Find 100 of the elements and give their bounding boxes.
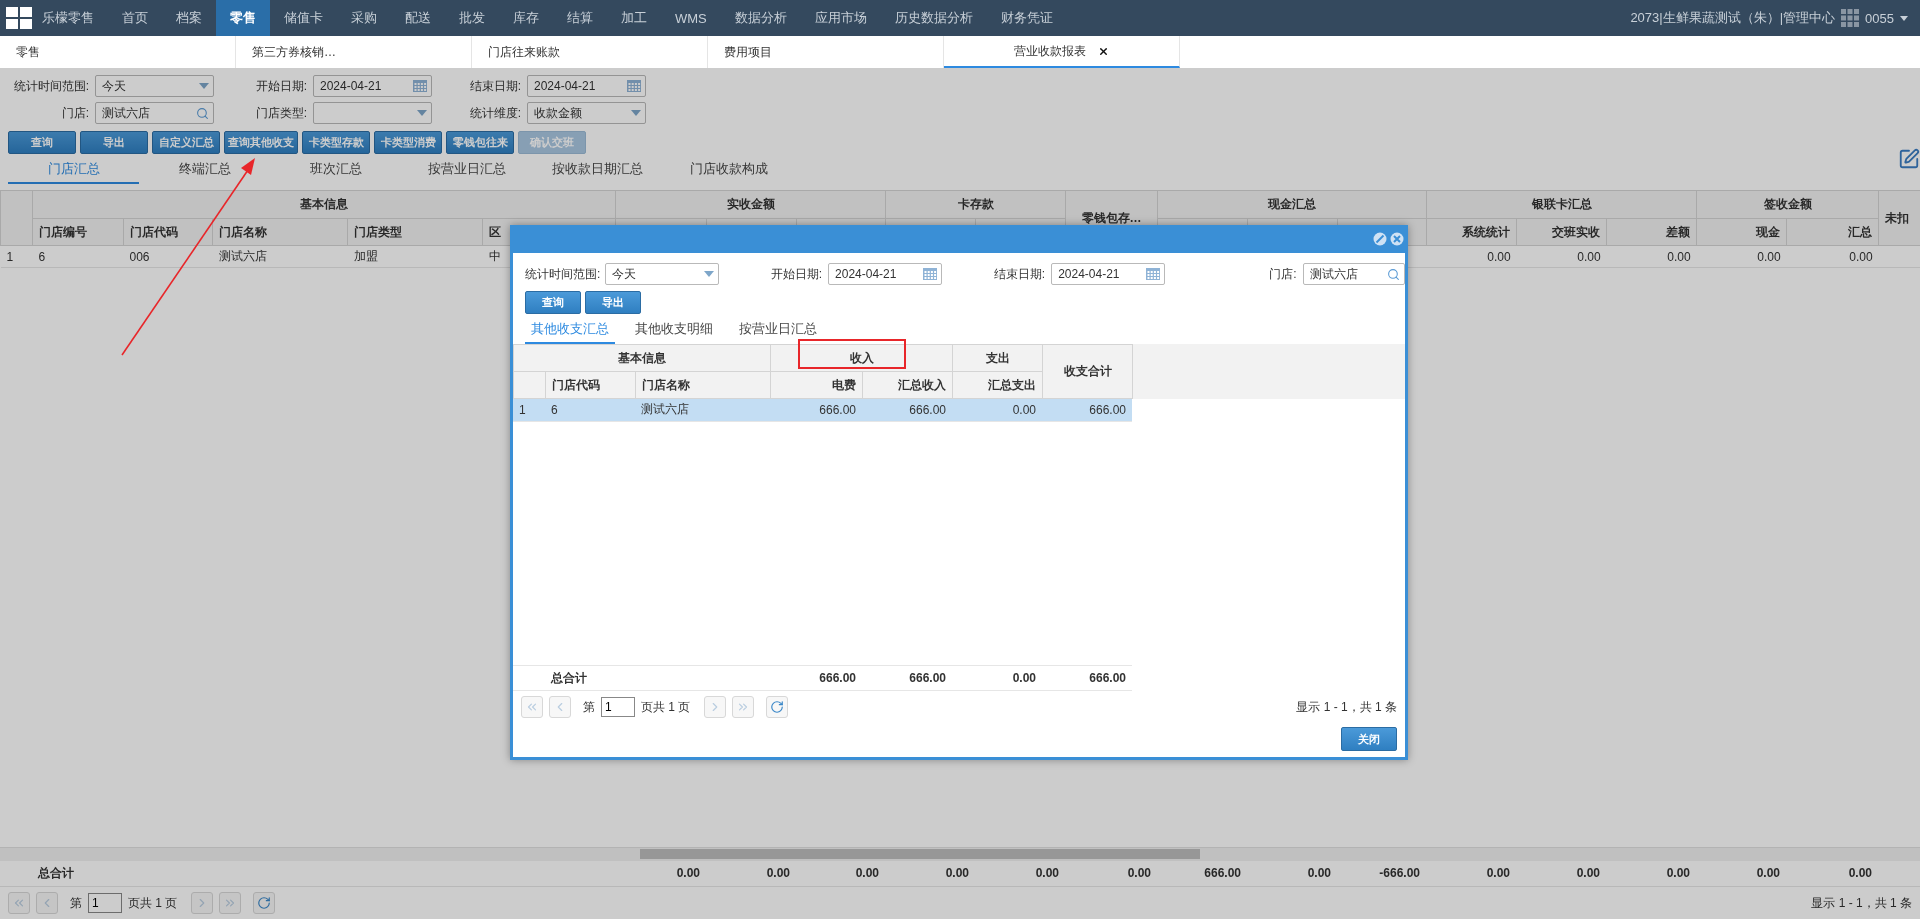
header-cell: 系统统计 [1426, 218, 1517, 246]
toolbar-button[interactable]: 卡类型消费 [374, 131, 442, 154]
collapse-icon[interactable] [1373, 232, 1387, 246]
nav-item[interactable]: 零售 [216, 0, 270, 36]
dropdown-caret-icon [417, 110, 427, 116]
total-cell: 0.00 [615, 860, 707, 887]
view-tab[interactable]: 按营业日汇总 [733, 320, 823, 344]
dialog-button[interactable]: 查询 [525, 291, 581, 314]
header-cell: 银联卡汇总 [1426, 190, 1697, 219]
dropdown-field[interactable]: 今天 [605, 263, 719, 285]
view-tab[interactable]: 门店收款构成 [663, 160, 794, 184]
toolbar-button[interactable]: 卡类型存款 [302, 131, 370, 154]
view-tab[interactable]: 按营业日汇总 [401, 160, 532, 184]
nav-item[interactable]: 配送 [391, 0, 445, 36]
nav-item[interactable]: 储值卡 [270, 0, 337, 36]
header-cell: 未扣 [1878, 190, 1920, 246]
previous-page-button[interactable] [549, 696, 571, 718]
nav-item[interactable]: 采购 [337, 0, 391, 36]
view-tab[interactable]: 门店汇总 [8, 160, 139, 184]
nav-item[interactable]: 财务凭证 [986, 0, 1067, 36]
horizontal-scrollbar[interactable] [0, 846, 1920, 861]
refresh-icon [257, 896, 272, 910]
close-icon[interactable] [1098, 45, 1109, 57]
toolbar-button[interactable]: 导出 [80, 131, 148, 154]
table-cell: 006 [123, 245, 213, 268]
total-cell: 0.00 [975, 860, 1066, 887]
next-page-button[interactable] [191, 892, 214, 914]
table-cell: 0.00 [1696, 245, 1787, 268]
nav-item[interactable]: 库存 [499, 0, 553, 36]
header-cell: 支出 [952, 344, 1043, 372]
table-cell[interactable]: 0.00 [952, 399, 1042, 421]
total-cell: 0.00 [885, 860, 976, 887]
dialog-button[interactable]: 导出 [585, 291, 641, 314]
edit-icon[interactable] [1898, 148, 1920, 170]
first-page-button[interactable] [8, 892, 30, 914]
dropdown-caret-icon [703, 271, 714, 277]
toolbar-button[interactable]: 查询其他收支 [224, 131, 298, 154]
table-cell[interactable]: 6 [545, 399, 635, 421]
date-field[interactable]: 2024-04-21 [828, 263, 942, 285]
dropdown-field[interactable]: 收款金额 [527, 102, 646, 124]
filter-label: 结束日期: [992, 265, 1047, 283]
header-cell: 汇总收入 [862, 371, 953, 399]
table-cell[interactable]: 666.00 [862, 399, 952, 421]
toolbar-button[interactable]: 查询 [8, 131, 76, 154]
page-input[interactable]: 1 [601, 697, 635, 717]
date-field[interactable]: 2024-04-21 [527, 75, 646, 97]
user-id[interactable]: 0055 [1865, 10, 1894, 26]
date-field[interactable]: 2024-04-21 [1051, 263, 1165, 285]
view-tab[interactable]: 其他收支明细 [629, 320, 719, 344]
calendar-icon [922, 268, 937, 280]
page-input[interactable]: 1 [88, 893, 122, 913]
header-cell: 交班实收 [1516, 218, 1607, 246]
total-cell: 0.00 [706, 860, 797, 887]
nav-item[interactable]: WMS [661, 0, 721, 36]
nav-item[interactable]: 应用市场 [800, 0, 881, 36]
header-cell: 现金汇总 [1157, 190, 1427, 219]
total-cell: 666.00 [770, 665, 862, 691]
view-tab[interactable]: 按收款日期汇总 [532, 160, 663, 184]
calendar-icon [627, 80, 641, 92]
toolbar-button[interactable]: 自定义汇总 [152, 131, 220, 154]
table-cell[interactable]: 666.00 [1042, 399, 1132, 421]
toolbar-button[interactable]: 零钱包往来 [446, 131, 514, 154]
search-icon [1387, 267, 1400, 281]
next-page-button[interactable] [704, 696, 727, 718]
filter-label: 门店类型: [254, 104, 307, 122]
nav-item[interactable]: 档案 [162, 0, 216, 36]
date-field[interactable]: 2024-04-21 [313, 75, 432, 97]
nav-item[interactable]: 数据分析 [720, 0, 801, 36]
nav-item[interactable]: 首页 [108, 0, 162, 36]
account-info[interactable]: 2073|生鲜果蔬测试（朱）|管理中心 [1630, 9, 1836, 27]
search-field[interactable]: 测试六店 [95, 102, 214, 124]
nav-item[interactable]: 历史数据分析 [880, 0, 987, 36]
view-tab[interactable]: 班次汇总 [270, 160, 401, 184]
table-cell[interactable]: 测试六店 [635, 399, 770, 421]
close-button[interactable]: 关闭 [1341, 727, 1397, 751]
last-page-button[interactable] [732, 696, 755, 718]
table-cell: 加盟 [347, 245, 483, 268]
nav-item[interactable]: 结算 [553, 0, 607, 36]
dropdown-field[interactable] [313, 102, 432, 124]
refresh-button[interactable] [253, 892, 276, 914]
total-cell: 666.00 [1042, 665, 1132, 691]
total-cell: 666.00 [862, 665, 952, 691]
table-cell[interactable]: 666.00 [770, 399, 862, 421]
refresh-button[interactable] [766, 696, 789, 718]
search-field[interactable]: 测试六店 [1302, 263, 1405, 285]
caret-icon[interactable] [1900, 15, 1908, 21]
header-cell: 门店名称 [212, 218, 348, 246]
view-tab[interactable]: 终端汇总 [139, 160, 270, 184]
dropdown-field[interactable]: 今天 [95, 75, 214, 97]
dropdown-caret-icon [631, 110, 641, 116]
pager-summary: 显示 1 - 1，共 1 条 [1296, 698, 1397, 716]
calendar-icon [413, 80, 427, 92]
nav-item[interactable]: 批发 [445, 0, 499, 36]
first-page-button[interactable] [521, 696, 543, 718]
total-cell: 0.00 [796, 860, 886, 887]
last-page-button[interactable] [219, 892, 242, 914]
previous-page-button[interactable] [36, 892, 58, 914]
filter-label: 统计时间范围: [525, 265, 602, 283]
apps-grid-icon[interactable] [1841, 9, 1860, 27]
nav-item[interactable]: 加工 [607, 0, 661, 36]
